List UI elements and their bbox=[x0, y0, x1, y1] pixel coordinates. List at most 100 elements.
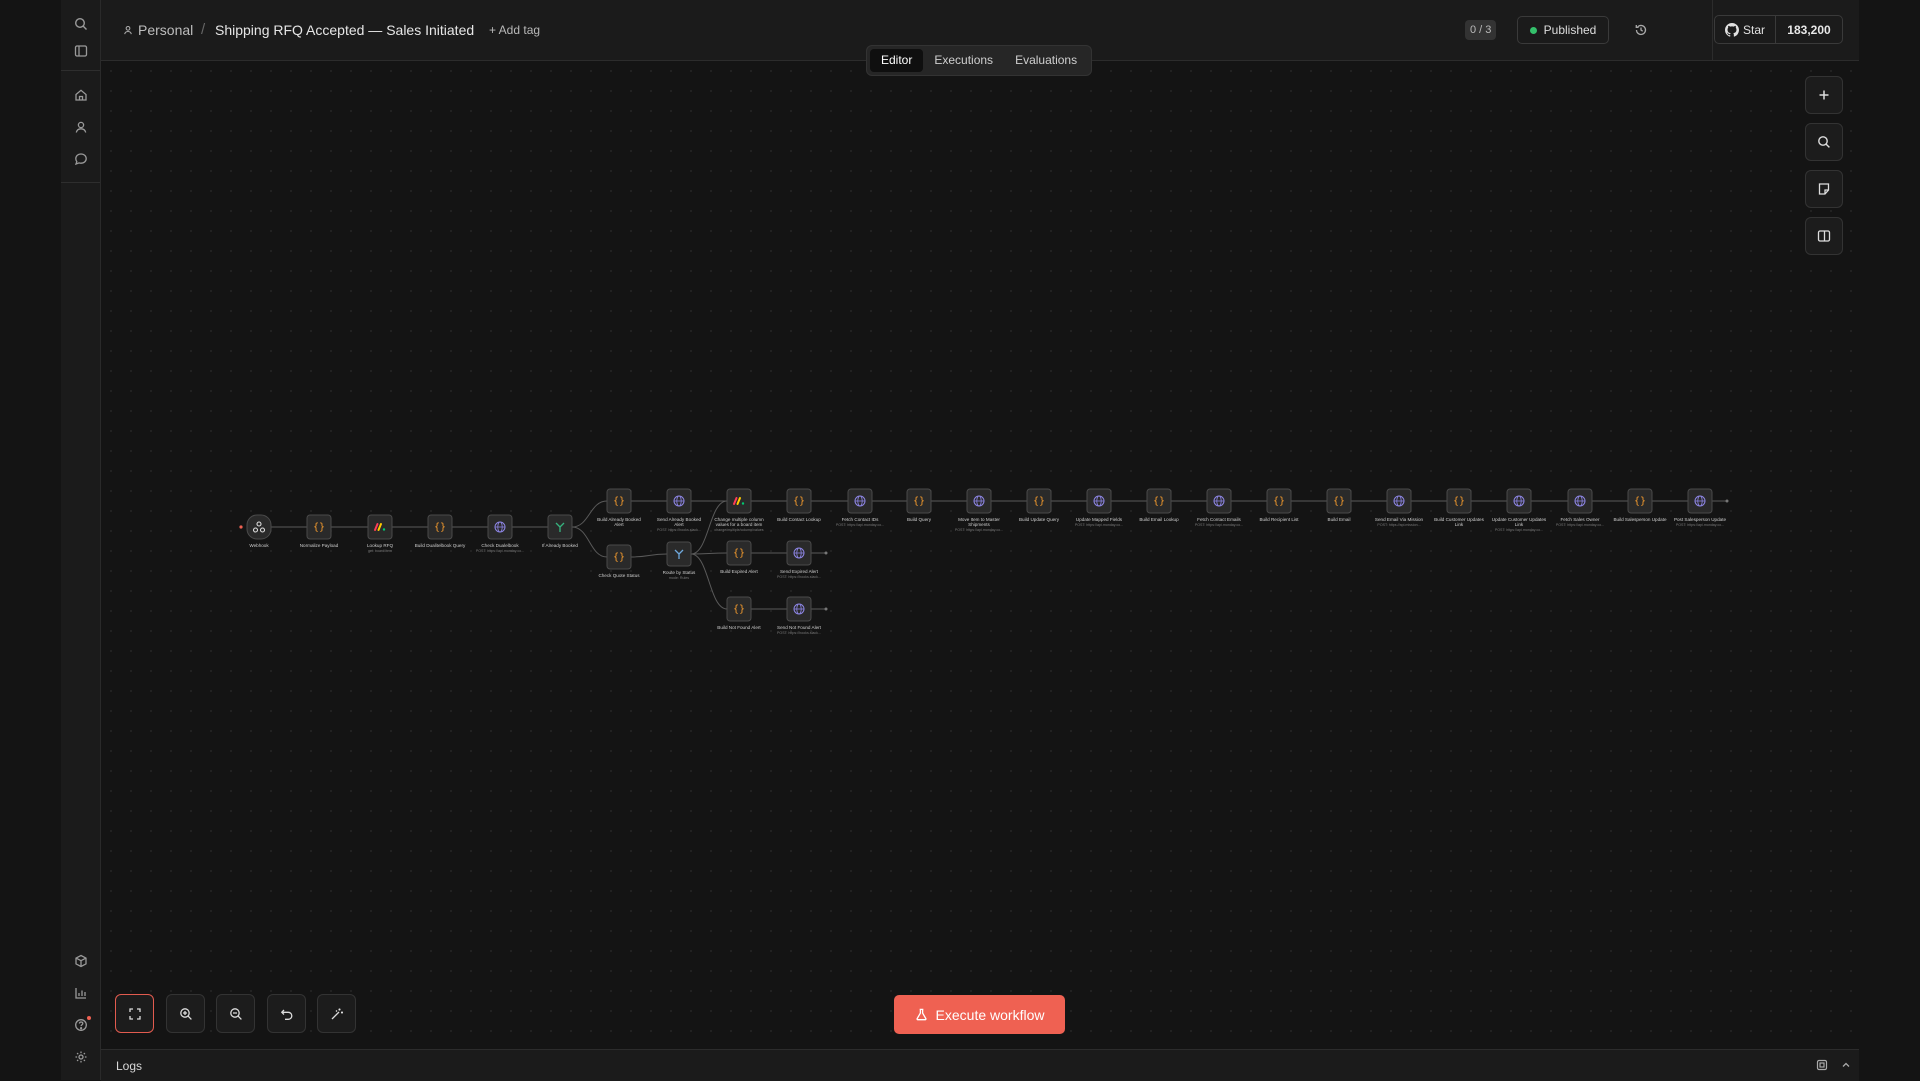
help-icon[interactable] bbox=[71, 1015, 91, 1035]
node-subtitle: POST: https://api.monday.co... bbox=[1195, 523, 1243, 527]
code-icon: {} bbox=[733, 604, 745, 615]
window-margin-right bbox=[1861, 0, 1920, 1080]
workflow-node[interactable]: {}Build Already BookedAlert bbox=[597, 488, 641, 527]
logs-panel[interactable]: Logs bbox=[101, 1049, 1859, 1081]
workflow-node[interactable]: Fetch Contact IDsPOST: https://api.monda… bbox=[836, 488, 884, 527]
tidy-up-button[interactable] bbox=[317, 994, 356, 1033]
workflow-node[interactable]: {} Build Email bbox=[1326, 488, 1352, 522]
code-icon: {} bbox=[434, 522, 446, 533]
code-icon: {} bbox=[733, 548, 745, 559]
home-icon[interactable] bbox=[71, 85, 91, 105]
workflow-graph: Webhook {} Normalize Payload Lookup RFQget:… bbox=[239, 488, 1729, 635]
node-box[interactable] bbox=[246, 514, 272, 540]
workflow-node[interactable]: {} Normalize Payload bbox=[300, 514, 339, 548]
output-handle[interactable] bbox=[1725, 499, 1729, 503]
workflow-node[interactable]: {} Build Not Found Alert bbox=[717, 596, 761, 630]
node-label: Fetch Contact Emails bbox=[1197, 517, 1241, 522]
workflow-node[interactable]: Send Already BookedAlertPOST: https://ho… bbox=[657, 488, 702, 532]
sidebar bbox=[61, 0, 101, 1080]
zoom-in-button[interactable] bbox=[166, 994, 205, 1033]
workflow-node[interactable]: {} Build Expired Alert bbox=[720, 540, 758, 574]
view-tabs: Editor Executions Evaluations bbox=[866, 45, 1092, 76]
code-icon: {} bbox=[1634, 496, 1646, 507]
workflow-node[interactable]: {} Build Email Lookup bbox=[1139, 488, 1179, 522]
github-star-count[interactable]: 183,200 bbox=[1776, 16, 1842, 43]
search-nodes-button[interactable] bbox=[1805, 123, 1843, 161]
workflow-node[interactable]: {} Build Dualitelbook Query bbox=[415, 514, 466, 548]
github-star-button[interactable]: Star bbox=[1715, 16, 1776, 43]
zoom-out-button[interactable] bbox=[216, 994, 255, 1033]
node-counter: 0 / 3 bbox=[1465, 20, 1497, 40]
search-icon[interactable] bbox=[71, 14, 91, 34]
history-icon[interactable] bbox=[1631, 20, 1651, 40]
workflow-node[interactable]: If Already Booked bbox=[542, 514, 578, 548]
user-icon[interactable] bbox=[71, 117, 91, 137]
toggle-sidebar-icon[interactable] bbox=[71, 41, 91, 61]
user-icon bbox=[124, 25, 132, 35]
github-icon bbox=[1724, 22, 1739, 37]
add-tag-button[interactable]: + Add tag bbox=[489, 23, 540, 37]
breadcrumb-workspace-label: Personal bbox=[138, 22, 194, 38]
tab-editor[interactable]: Editor bbox=[870, 49, 924, 72]
workflow-node[interactable]: Move Item to MasterShipmentsPOST: https:… bbox=[955, 488, 1003, 532]
workflow-node[interactable]: Webhook bbox=[246, 514, 272, 548]
node-label: Send Expired Alert bbox=[780, 569, 819, 574]
workflow-node[interactable]: Send Email Via MissionPOST: https://api.… bbox=[1375, 488, 1424, 527]
node-label: Alert bbox=[614, 522, 624, 527]
workflow-node[interactable]: Lookup RFQget: board/item bbox=[367, 514, 393, 553]
code-icon: {} bbox=[1033, 496, 1045, 507]
sticky-note-button[interactable] bbox=[1805, 170, 1843, 208]
undo-button[interactable] bbox=[267, 994, 306, 1033]
chevron-up-icon[interactable] bbox=[1839, 1058, 1853, 1072]
undo-icon bbox=[280, 1009, 292, 1020]
workflow-node[interactable]: Route by Statusmode: Rules bbox=[663, 541, 696, 580]
chat-icon[interactable] bbox=[71, 149, 91, 169]
tab-executions[interactable]: Executions bbox=[923, 49, 1004, 72]
add-node-button[interactable] bbox=[1805, 76, 1843, 114]
node-label: Check Dualelbook bbox=[481, 543, 519, 548]
workflow-node[interactable]: {} Build Update Query bbox=[1019, 488, 1060, 522]
fit-view-icon bbox=[128, 1007, 141, 1020]
workflow-node[interactable]: {}Build Customer UpdatesLink bbox=[1434, 488, 1485, 527]
workflow-node[interactable]: Send Expired AlertPOST: https://hooks.sl… bbox=[777, 540, 821, 579]
popout-icon[interactable] bbox=[1815, 1058, 1829, 1072]
published-status-button[interactable]: Published bbox=[1517, 16, 1609, 44]
code-icon: {} bbox=[1273, 496, 1285, 507]
workflow-node[interactable]: Fetch Sales OwnerPOST: https://api.monda… bbox=[1556, 488, 1604, 527]
workflow-node[interactable]: Send Not Found AlertPOST: https://hooks.… bbox=[777, 596, 822, 635]
code-icon: {} bbox=[793, 496, 805, 507]
breadcrumb-workspace[interactable]: Personal bbox=[123, 22, 193, 38]
node-label: Fetch Contact IDs bbox=[842, 517, 879, 522]
insights-icon[interactable] bbox=[71, 983, 91, 1003]
workflow-node[interactable]: {} Build Query bbox=[906, 488, 932, 522]
workflow-canvas[interactable]: Webhook {} Normalize Payload Lookup RFQ get:… bbox=[101, 61, 1859, 1048]
github-star-widget: Star 183,200 bbox=[1714, 15, 1843, 44]
settings-icon[interactable] bbox=[71, 1047, 91, 1067]
workflow-node[interactable]: Post Salesperson UpdatePOST: https://api… bbox=[1674, 488, 1727, 527]
node-label: Alert bbox=[674, 522, 684, 527]
output-handle[interactable] bbox=[824, 551, 828, 555]
workflow-node[interactable]: Update Mapped FieldsPOST: https://api.mo… bbox=[1075, 488, 1123, 527]
workflow-node[interactable]: {} Build Contact Lookup bbox=[777, 488, 821, 522]
workflow-node[interactable]: {} Build Salesperson Update bbox=[1613, 488, 1667, 522]
search-icon bbox=[1818, 136, 1830, 148]
fit-view-button[interactable] bbox=[115, 994, 154, 1033]
templates-icon[interactable] bbox=[71, 951, 91, 971]
workflow-node[interactable]: {} Build Recipient List bbox=[1259, 488, 1299, 522]
execute-workflow-button[interactable]: Execute workflow bbox=[894, 995, 1065, 1034]
node-label: Link bbox=[1455, 522, 1464, 527]
node-label: Build Expired Alert bbox=[720, 569, 758, 574]
workflow-node[interactable]: Check DualelbookPOST: https://api.monday… bbox=[476, 514, 524, 553]
workflow-node[interactable]: Change multiple columnvalues for a board… bbox=[714, 488, 764, 532]
workflow-node[interactable]: {} Check Quote Status bbox=[598, 544, 640, 578]
logs-label: Logs bbox=[116, 1059, 143, 1073]
notification-dot bbox=[87, 1016, 91, 1020]
node-subtitle: POST: https://api.mission... bbox=[1377, 523, 1420, 527]
output-handle[interactable] bbox=[824, 607, 828, 611]
tab-evaluations[interactable]: Evaluations bbox=[1004, 49, 1088, 72]
panel-toggle-button[interactable] bbox=[1805, 217, 1843, 255]
workflow-title[interactable]: Shipping RFQ Accepted — Sales Initiated bbox=[215, 22, 474, 38]
workflow-node[interactable]: Update Customer UpdatesLinkPOST: https:/… bbox=[1492, 488, 1547, 532]
panel-icon bbox=[1817, 230, 1831, 242]
workflow-node[interactable]: Fetch Contact EmailsPOST: https://api.mo… bbox=[1195, 488, 1243, 527]
